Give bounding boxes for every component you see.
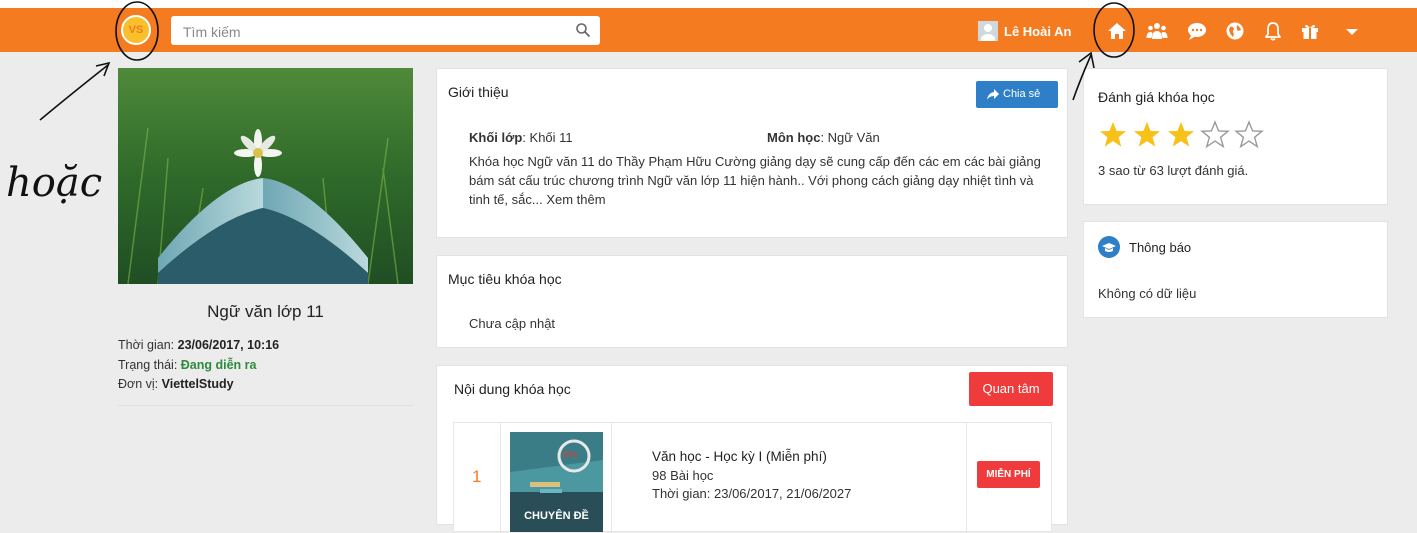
search-icon[interactable]	[575, 22, 591, 38]
star-empty-icon[interactable]	[1200, 120, 1230, 150]
intro-description: Khóa học Ngữ văn 11 do Thầy Phạm Hữu Cườ…	[469, 154, 1041, 207]
user-name: Lê Hoài An	[1004, 23, 1072, 39]
share-button[interactable]: Chia sẻ	[976, 81, 1058, 108]
status-badge: Đang diễn ra	[180, 358, 257, 372]
follow-button[interactable]: Quan tâm	[969, 372, 1053, 406]
thumb-caption: CHUYÊN ĐỀ	[524, 510, 589, 522]
goals-card: Mục tiêu khóa học Chưa cập nhật	[436, 255, 1068, 348]
share-icon	[987, 89, 999, 100]
graduation-cap-icon	[1098, 236, 1120, 258]
star-filled-icon[interactable]	[1132, 120, 1162, 150]
users-icon[interactable]	[1146, 20, 1168, 42]
caret-down-icon[interactable]	[1341, 20, 1363, 42]
list-item[interactable]: 1 0% CHUYÊN ĐỀ Văn học - Học kỳ I (Miễn …	[453, 422, 1052, 533]
star-filled-icon[interactable]	[1098, 120, 1128, 150]
content-title: Nội dung khóa học	[454, 381, 571, 397]
course-time: Thời gian: 23/06/2017, 10:16	[118, 338, 280, 352]
item-lessons: 98 Bài học	[652, 468, 714, 483]
progress-label: 0%	[563, 450, 578, 461]
intro-title: Giới thiệu	[448, 84, 509, 100]
subject-info: Môn học: Ngữ Văn	[767, 130, 880, 145]
content-card: Nội dung khóa học Quan tâm 1 0% CHUYÊN Đ…	[436, 365, 1068, 533]
globe-icon[interactable]	[1224, 20, 1246, 42]
star-empty-icon[interactable]	[1234, 120, 1264, 150]
item-title[interactable]: Văn học - Học kỳ I (Miễn phí)	[652, 447, 827, 466]
top-strip	[0, 0, 1417, 8]
item-index: 1	[472, 467, 482, 486]
search-input[interactable]	[181, 21, 565, 42]
gift-icon[interactable]	[1299, 20, 1321, 42]
course-unit: Đơn vị: ViettelStudy	[118, 377, 234, 391]
notice-card: Thông báo Không có dữ liệu	[1083, 221, 1388, 318]
notice-empty-text: Không có dữ liệu	[1098, 286, 1197, 301]
rating-stars[interactable]	[1098, 120, 1264, 150]
handwriting-text: hoặc	[6, 160, 102, 206]
intro-card: Giới thiệu Chia sẻ Khối lớp: Khối 11 Môn…	[436, 68, 1068, 238]
star-filled-icon[interactable]	[1166, 120, 1196, 150]
item-time: Thời gian: 23/06/2017, 21/06/2027	[652, 486, 852, 501]
course-title: Ngữ văn lớp 11	[207, 302, 324, 321]
app-logo[interactable]: VS	[121, 15, 151, 45]
course-cover-image	[118, 68, 413, 284]
top-navbar: VS Lê Hoài An	[0, 8, 1417, 52]
bell-icon[interactable]	[1262, 20, 1284, 42]
avatar	[978, 21, 998, 41]
goals-title: Mục tiêu khóa học	[448, 271, 562, 287]
notice-title: Thông báo	[1129, 240, 1192, 255]
user-menu[interactable]: Lê Hoài An	[978, 20, 1071, 42]
item-thumbnail: 0% CHUYÊN ĐỀ	[510, 432, 603, 532]
rating-summary: 3 sao từ 63 lượt đánh giá.	[1098, 163, 1249, 178]
chat-icon[interactable]	[1186, 20, 1208, 42]
course-status: Trạng thái: Đang diễn ra	[118, 358, 257, 372]
goals-text: Chưa cập nhật	[469, 316, 556, 331]
divider	[118, 405, 413, 406]
rating-title: Đánh giá khóa học	[1098, 89, 1215, 105]
grade-info: Khối lớp: Khối 11	[469, 130, 573, 145]
free-badge[interactable]: MIỄN PHÍ	[977, 461, 1040, 488]
search-box[interactable]	[171, 16, 600, 45]
home-icon[interactable]	[1106, 20, 1128, 42]
